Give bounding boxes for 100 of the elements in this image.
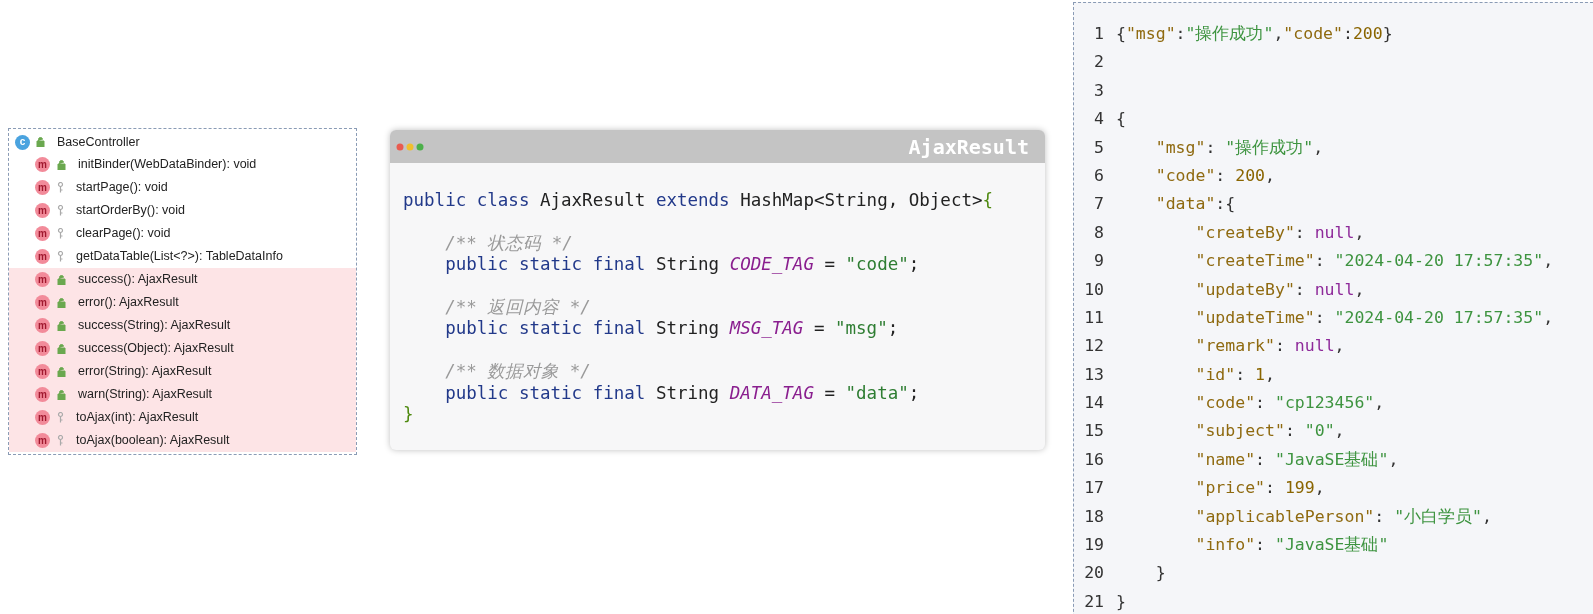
- method-row[interactable]: m initBinder(WebDataBinder): void: [9, 153, 356, 176]
- padlock-icon: [57, 343, 66, 354]
- method-row[interactable]: m startOrderBy(): void: [9, 199, 356, 222]
- method-row[interactable]: m success(Object): AjaxResult: [9, 337, 356, 360]
- method-signature: error(): AjaxResult: [78, 294, 179, 312]
- method-signature: warn(String): AjaxResult: [78, 386, 213, 404]
- line-number: 5: [1093, 136, 1104, 159]
- padlock-icon: [57, 320, 66, 331]
- method-signature: startOrderBy(): void: [76, 202, 186, 220]
- method-signature: startPage(): void: [76, 179, 168, 197]
- code-line: /** 状态码 */: [444, 232, 573, 255]
- json-line: "name": "JavaSE基础",: [1194, 448, 1399, 471]
- line-number: 13: [1083, 363, 1104, 386]
- line-number: 7: [1093, 193, 1104, 216]
- method-signature: clearPage(): void: [76, 225, 171, 243]
- window-controls-icon: [396, 142, 424, 151]
- method-row[interactable]: m warn(String): AjaxResult: [9, 383, 356, 406]
- method-row[interactable]: m success(String): AjaxResult: [9, 314, 356, 337]
- code-line: public static final String MSG_TAG = "msg";: [444, 318, 899, 340]
- json-line: {"msg":"操作成功","code":200}: [1116, 23, 1393, 45]
- key-icon: [57, 182, 64, 193]
- method-row[interactable]: m error(): AjaxResult: [9, 291, 356, 314]
- line-number: 3: [1093, 79, 1104, 102]
- method-badge-icon: m: [35, 410, 50, 425]
- method-signature: success(String): AjaxResult: [78, 317, 231, 335]
- method-signature: error(String): AjaxResult: [78, 363, 212, 381]
- method-badge-icon: m: [35, 387, 50, 402]
- method-signature: success(): AjaxResult: [78, 271, 198, 289]
- method-row[interactable]: m clearPage(): void: [9, 222, 356, 245]
- json-line: "updateTime": "2024-04-20 17:57:35",: [1194, 306, 1554, 329]
- json-line: "price": 199,: [1194, 477, 1325, 500]
- json-line: "code": 200,: [1154, 164, 1275, 187]
- line-number: 11: [1083, 306, 1104, 329]
- json-line: "remark": null,: [1194, 335, 1345, 358]
- method-badge-icon: m: [35, 157, 50, 172]
- key-icon: [57, 251, 64, 262]
- line-number: 4: [1093, 108, 1104, 131]
- line-number: 17: [1083, 477, 1104, 500]
- line-number: 16: [1083, 448, 1104, 471]
- padlock-icon: [36, 137, 45, 147]
- json-line: "id": 1,: [1194, 363, 1275, 386]
- code-line: public class AjaxResult extends HashMap<String, Object>{: [403, 190, 994, 212]
- method-badge-icon: m: [35, 318, 50, 333]
- window-title: AjaxResult: [908, 133, 1029, 161]
- method-badge-icon: m: [35, 364, 50, 379]
- padlock-icon: [57, 366, 66, 377]
- line-number: 18: [1083, 505, 1104, 528]
- method-badge-icon: m: [35, 203, 50, 218]
- line-number: 6: [1093, 164, 1104, 187]
- method-row[interactable]: m startPage(): void: [9, 176, 356, 199]
- method-badge-icon: m: [35, 341, 50, 356]
- line-number: 2: [1093, 51, 1104, 74]
- code-line: public static final String DATA_TAG = "data";: [444, 382, 920, 404]
- method-badge-icon: m: [35, 249, 50, 264]
- key-icon: [57, 205, 64, 216]
- padlock-icon: [57, 297, 66, 308]
- json-line: "data":{: [1154, 193, 1236, 216]
- line-number: 8: [1093, 221, 1104, 244]
- line-number: 14: [1083, 392, 1104, 415]
- method-signature: initBinder(WebDataBinder): void: [78, 156, 257, 174]
- method-row[interactable]: m toAjax(int): AjaxResult: [9, 406, 356, 429]
- method-row[interactable]: m toAjax(boolean): AjaxResult: [9, 429, 356, 452]
- method-signature: getDataTable(List<?>): TableDataInfo: [76, 248, 283, 266]
- line-number: 21: [1083, 590, 1104, 613]
- method-row[interactable]: m success(): AjaxResult: [9, 268, 356, 291]
- key-icon: [57, 228, 64, 239]
- json-line: "code": "cp123456",: [1194, 392, 1385, 415]
- padlock-icon: [57, 274, 66, 285]
- method-badge-icon: m: [35, 226, 50, 241]
- method-signature: success(Object): AjaxResult: [78, 340, 234, 358]
- line-number: 12: [1083, 335, 1104, 358]
- method-signature: toAjax(int): AjaxResult: [76, 409, 199, 427]
- method-badge-icon: m: [35, 272, 50, 287]
- method-badge-icon: m: [35, 433, 50, 448]
- json-line: "subject": "0",: [1194, 420, 1345, 443]
- json-line: "applicablePerson": "小白学员",: [1194, 505, 1492, 528]
- line-number: 20: [1083, 562, 1104, 585]
- method-badge-icon: m: [35, 295, 50, 310]
- json-line: "updateBy": null,: [1194, 278, 1365, 301]
- code-line: /** 返回内容 */: [444, 297, 591, 319]
- code-line: /** 数据对象 */: [444, 361, 591, 383]
- code-line: }: [403, 404, 414, 426]
- key-icon: [57, 435, 64, 446]
- json-line: "info": "JavaSE基础": [1194, 534, 1389, 557]
- json-line: }: [1116, 590, 1126, 613]
- json-line: "msg": "操作成功",: [1154, 136, 1324, 159]
- class-name[interactable]: BaseController: [57, 132, 140, 152]
- line-number: 9: [1093, 250, 1104, 273]
- key-icon: [57, 412, 64, 423]
- class-badge-icon: c: [15, 134, 30, 150]
- code-line: public static final String CODE_TAG = "code";: [444, 254, 920, 276]
- line-number: 10: [1083, 278, 1104, 301]
- method-row[interactable]: m error(String): AjaxResult: [9, 360, 356, 383]
- padlock-icon: [57, 159, 66, 170]
- line-number: 19: [1083, 534, 1104, 557]
- padlock-icon: [57, 389, 66, 400]
- json-line: "createBy": null,: [1194, 221, 1365, 244]
- line-number: 1: [1093, 23, 1104, 45]
- method-row[interactable]: m getDataTable(List<?>): TableDataInfo: [9, 245, 356, 268]
- json-line: "createTime": "2024-04-20 17:57:35",: [1194, 250, 1554, 273]
